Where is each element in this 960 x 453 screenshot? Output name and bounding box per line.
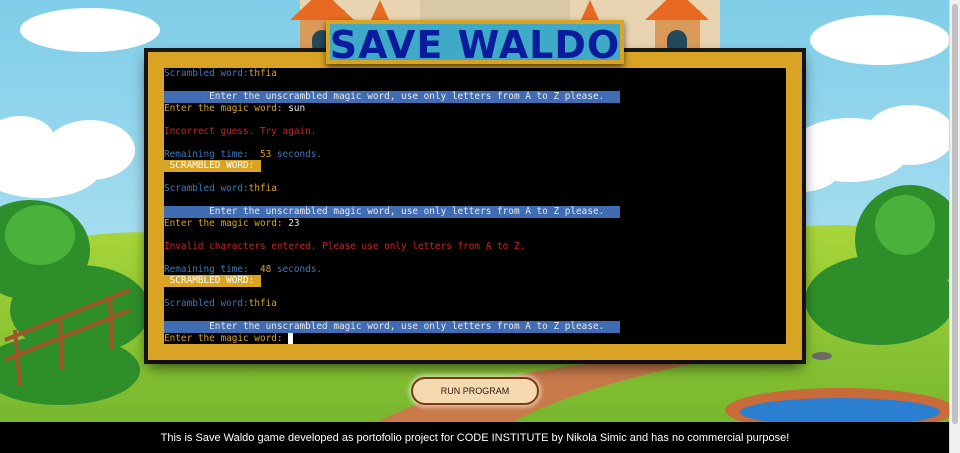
terminal-text: sun: [288, 102, 306, 114]
terminal-line: Enter the unscrambled magic word, use on…: [164, 321, 786, 333]
terminal-text: Invalid characters entered. Please use o…: [164, 240, 526, 252]
terminal-text: 53: [259, 148, 272, 160]
title-plaque: SAVE WALDO: [326, 20, 624, 64]
terminal-text: seconds.: [271, 148, 323, 160]
terminal-text: Incorrect guess. Try again.: [164, 125, 317, 137]
terminal-line: Invalid characters entered. Please use o…: [164, 241, 786, 253]
page-title: SAVE WALDO: [329, 23, 621, 67]
terminal-text: Enter the magic word:: [164, 102, 289, 114]
terminal-line: Scrambled word:thfia: [164, 298, 786, 310]
terminal-line: Scrambled word:thfia: [164, 68, 786, 80]
text-cursor[interactable]: [288, 332, 294, 344]
terminal-text: 23: [288, 217, 300, 229]
terminal-text: 48: [259, 263, 272, 275]
terminal-line: SCRAMBLED WORD:: [164, 160, 786, 172]
terminal-line: Enter the unscrambled magic word, use on…: [164, 206, 786, 218]
terminal-text: seconds.: [271, 263, 323, 275]
terminal-console[interactable]: Scrambled word:thfia Enter the unscrambl…: [164, 68, 786, 344]
terminal-line: Remaining time: 53 seconds.: [164, 149, 786, 161]
terminal-text: thfia: [248, 298, 277, 309]
page-scrollbar[interactable]: [949, 0, 960, 453]
terminal-line: Enter the magic word: 23: [164, 218, 786, 230]
scrambled-word-badge: SCRAMBLED WORD:: [164, 160, 261, 172]
run-program-button[interactable]: RUN PROGRAM: [411, 377, 539, 405]
prompt-instruction: Enter the unscrambled magic word, use on…: [164, 206, 620, 218]
terminal-line: Enter the magic word: sun: [164, 103, 786, 115]
terminal-text: Remaining time:: [164, 148, 260, 160]
terminal-line: Enter the magic word:: [164, 332, 786, 345]
terminal-text: thfia: [248, 183, 277, 194]
scrambled-word-badge: SCRAMBLED WORD:: [164, 275, 261, 287]
prompt-instruction: Enter the unscrambled magic word, use on…: [164, 91, 620, 103]
terminal-text: Scrambled word:: [164, 183, 249, 194]
scrollbar-thumb[interactable]: [952, 4, 958, 424]
footer: This is Save Waldo game developed as por…: [0, 422, 950, 453]
terminal-text: Remaining time:: [164, 263, 260, 275]
terminal-line: Scrambled word:thfia: [164, 183, 786, 195]
prompt-instruction: Enter the unscrambled magic word, use on…: [164, 321, 620, 333]
terminal-line: Incorrect guess. Try again.: [164, 126, 786, 138]
footer-text: This is Save Waldo game developed as por…: [160, 431, 790, 444]
terminal-text: Scrambled word:: [164, 298, 249, 309]
terminal-line: Enter the unscrambled magic word, use on…: [164, 91, 786, 103]
terminal-text: Enter the magic word:: [164, 332, 289, 344]
terminal-text: Scrambled word:: [164, 68, 249, 79]
terminal-text: thfia: [248, 68, 277, 79]
terminal-line: Remaining time: 48 seconds.: [164, 264, 786, 276]
terminal-text: Enter the magic word:: [164, 217, 289, 229]
terminal-line: SCRAMBLED WORD:: [164, 275, 786, 287]
